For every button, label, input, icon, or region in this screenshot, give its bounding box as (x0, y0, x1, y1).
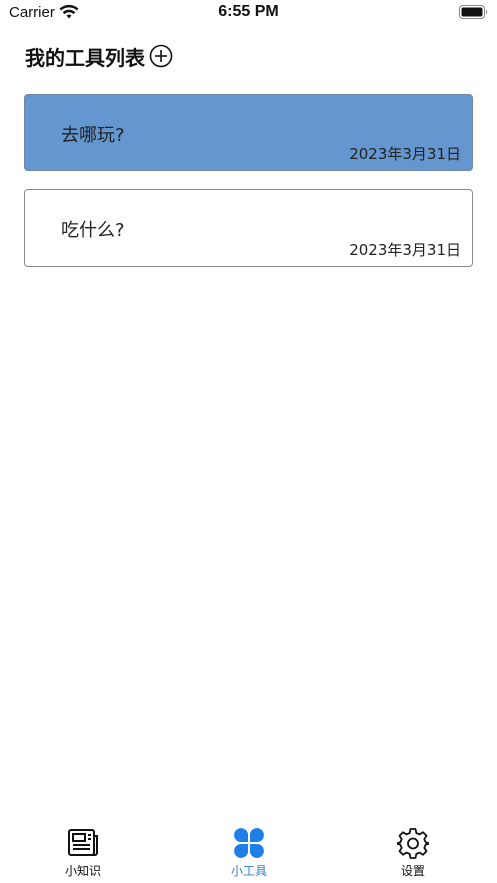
tab-knowledge[interactable]: 小知识 (23, 815, 143, 879)
newspaper-icon (68, 829, 98, 856)
tab-tools[interactable]: 小工具 (189, 815, 309, 879)
status-bar: Carrier 6:55 PM (0, 0, 497, 26)
list-item[interactable]: 吃什么? 2023年3月31日 (24, 189, 473, 267)
list-item[interactable]: 去哪玩? 2023年3月31日 (24, 94, 473, 171)
gear-icon (397, 828, 429, 859)
tab-label: 小知识 (64, 864, 101, 878)
item-date: 2023年3月31日 (349, 145, 461, 163)
item-name: 去哪玩? (61, 125, 125, 146)
clock: 6:55 PM (218, 3, 279, 20)
item-name: 吃什么? (61, 220, 125, 241)
page-header: 我的工具列表 (25, 41, 173, 71)
tool-list: 去哪玩? 2023年3月31日 吃什么? 2023年3月31日 (24, 94, 473, 285)
page-title: 我的工具列表 (25, 45, 145, 70)
tab-label: 设置 (400, 864, 425, 878)
tab-settings[interactable]: 设置 (353, 815, 473, 879)
add-tool-button[interactable] (149, 44, 173, 68)
clover-icon (234, 828, 264, 858)
item-date: 2023年3月31日 (349, 241, 461, 259)
tab-bar: 小知识 小工具 设置 (0, 815, 497, 883)
tab-label: 小工具 (230, 864, 267, 878)
battery-icon (459, 5, 488, 19)
